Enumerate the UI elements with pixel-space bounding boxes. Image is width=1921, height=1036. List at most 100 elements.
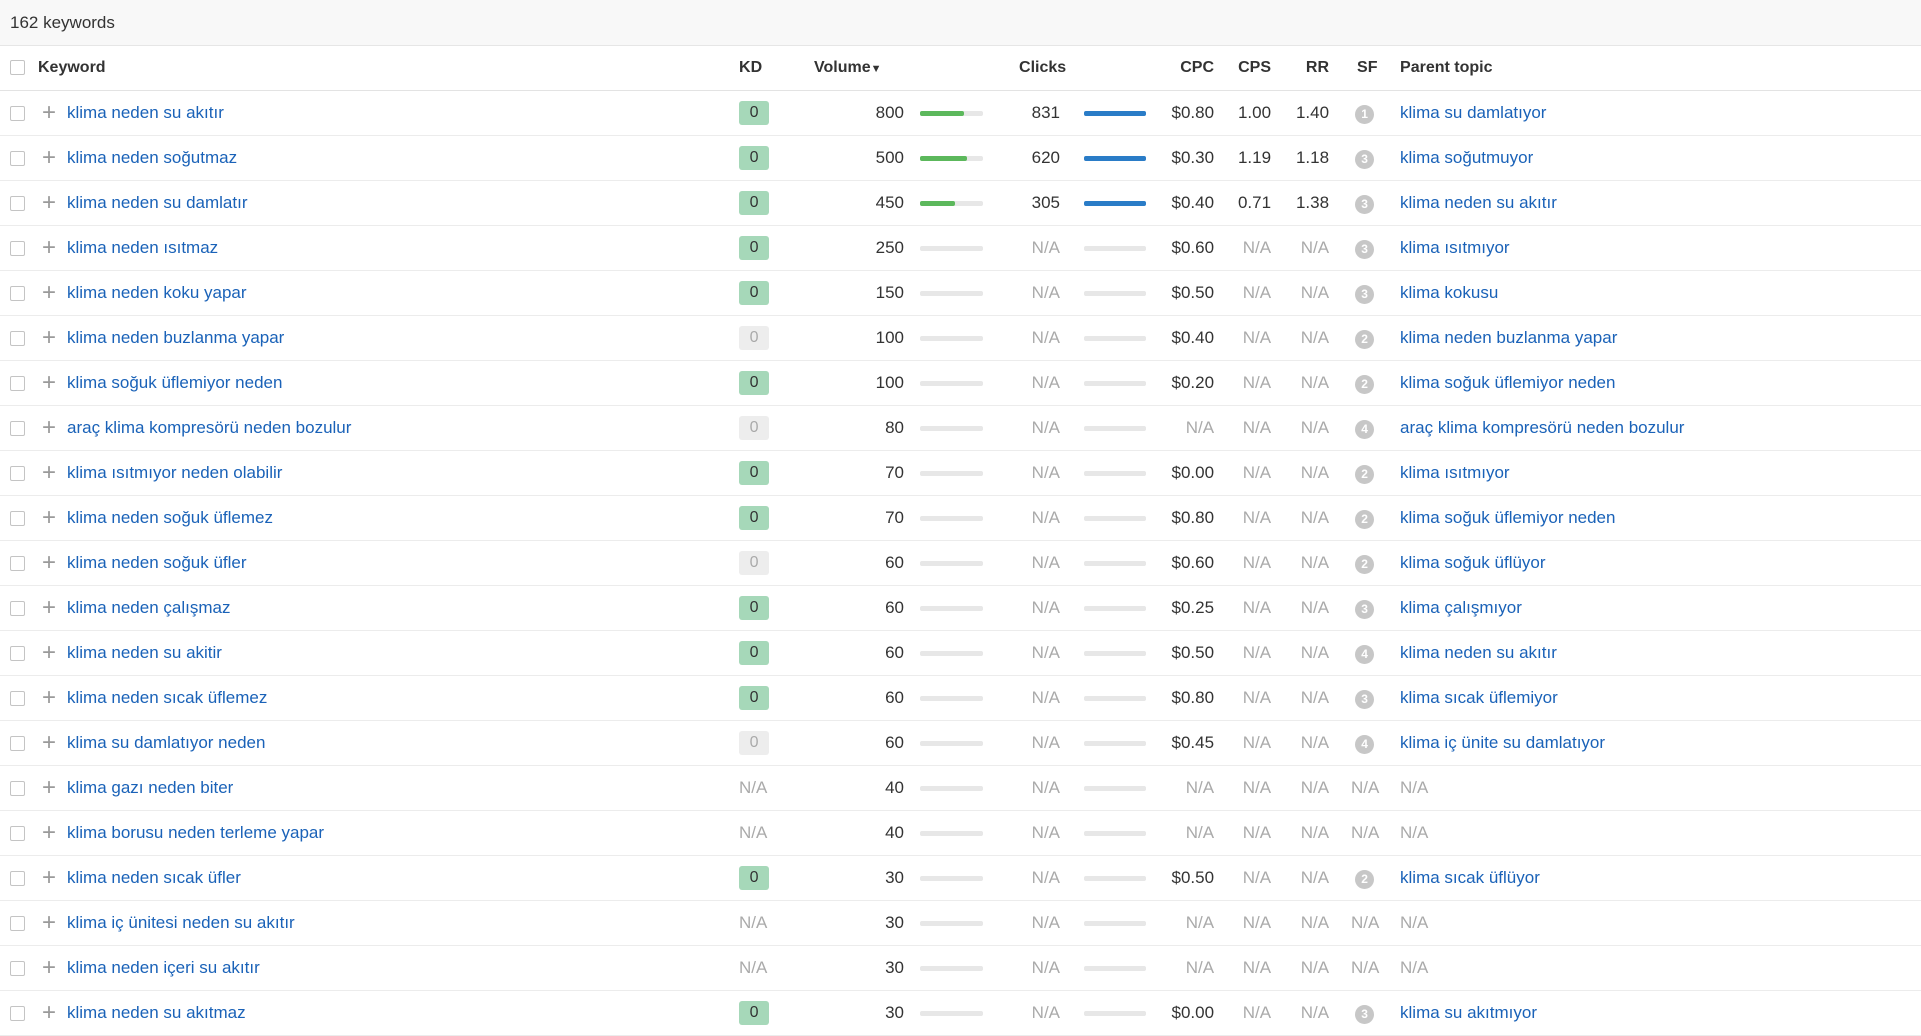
row-checkbox[interactable]	[10, 871, 25, 887]
row-checkbox[interactable]	[10, 1006, 25, 1022]
sf-badge[interactable]: 4	[1355, 734, 1375, 754]
parent-topic-link[interactable]: klima soğutmuyor	[1400, 148, 1533, 167]
row-checkbox[interactable]	[10, 286, 25, 302]
parent-topic-link[interactable]: klima neden su akıtır	[1400, 643, 1557, 662]
row-checkbox[interactable]	[10, 331, 25, 347]
keyword-link[interactable]: klima neden koku yapar	[67, 283, 247, 302]
keyword-link[interactable]: klima neden çalışmaz	[67, 598, 230, 617]
keyword-link[interactable]: klima neden su akıtmaz	[67, 1003, 246, 1022]
keyword-link[interactable]: klima gazı neden biter	[67, 778, 233, 797]
add-keyword-plus-icon[interactable]: +	[38, 729, 56, 756]
add-keyword-plus-icon[interactable]: +	[38, 549, 56, 576]
keyword-link[interactable]: klima neden soğuk üfler	[67, 553, 247, 572]
col-parent-topic[interactable]: Parent topic	[1390, 46, 1921, 91]
row-checkbox[interactable]	[10, 151, 25, 167]
row-checkbox[interactable]	[10, 736, 25, 752]
parent-topic-link[interactable]: klima ısıtmıyor	[1400, 463, 1510, 482]
add-keyword-plus-icon[interactable]: +	[38, 99, 56, 126]
parent-topic-link[interactable]: klima su damlatıyor	[1400, 103, 1546, 122]
add-keyword-plus-icon[interactable]: +	[38, 954, 56, 981]
row-checkbox[interactable]	[10, 781, 25, 797]
parent-topic-link[interactable]: klima çalışmıyor	[1400, 598, 1522, 617]
keyword-link[interactable]: klima neden sıcak üflemez	[67, 688, 267, 707]
select-all-checkbox[interactable]	[10, 60, 25, 76]
sf-badge[interactable]: 1	[1355, 104, 1375, 124]
parent-topic-link[interactable]: klima soğuk üflemiyor neden	[1400, 508, 1615, 527]
add-keyword-plus-icon[interactable]: +	[38, 639, 56, 666]
sf-badge[interactable]: 3	[1355, 1004, 1375, 1024]
row-checkbox[interactable]	[10, 601, 25, 617]
row-checkbox[interactable]	[10, 106, 25, 122]
add-keyword-plus-icon[interactable]: +	[38, 144, 56, 171]
add-keyword-plus-icon[interactable]: +	[38, 504, 56, 531]
parent-topic-link[interactable]: klima ısıtmıyor	[1400, 238, 1510, 257]
keyword-link[interactable]: klima neden ısıtmaz	[67, 238, 218, 257]
parent-topic-link[interactable]: klima neden su akıtır	[1400, 193, 1557, 212]
sf-badge[interactable]: 2	[1355, 374, 1375, 394]
parent-topic-link[interactable]: araç klima kompresörü neden bozulur	[1400, 418, 1684, 437]
row-checkbox[interactable]	[10, 916, 25, 932]
keyword-link[interactable]: klima neden buzlanma yapar	[67, 328, 284, 347]
add-keyword-plus-icon[interactable]: +	[38, 909, 56, 936]
keyword-link[interactable]: klima neden soğutmaz	[67, 148, 237, 167]
parent-topic-link[interactable]: klima iç ünite su damlatıyor	[1400, 733, 1605, 752]
row-checkbox[interactable]	[10, 691, 25, 707]
col-cps[interactable]: CPS	[1228, 46, 1286, 91]
sf-badge[interactable]: 3	[1355, 149, 1375, 169]
col-kd[interactable]: KD	[739, 46, 799, 91]
row-checkbox[interactable]	[10, 196, 25, 212]
sf-badge[interactable]: 2	[1355, 329, 1375, 349]
row-checkbox[interactable]	[10, 556, 25, 572]
sf-badge[interactable]: 4	[1355, 644, 1375, 664]
sf-badge[interactable]: 4	[1355, 419, 1375, 439]
col-clicks[interactable]: Clicks	[991, 46, 1165, 91]
keyword-link[interactable]: klima soğuk üflemiyor neden	[67, 373, 282, 392]
sf-badge[interactable]: 3	[1355, 689, 1375, 709]
sf-badge[interactable]: 2	[1355, 554, 1375, 574]
keyword-link[interactable]: araç klima kompresörü neden bozulur	[67, 418, 351, 437]
row-checkbox[interactable]	[10, 421, 25, 437]
parent-topic-link[interactable]: klima sıcak üflemiyor	[1400, 688, 1558, 707]
sf-badge[interactable]: 3	[1355, 284, 1375, 304]
col-rr[interactable]: RR	[1285, 46, 1342, 91]
col-volume[interactable]: Volume▼	[798, 46, 992, 91]
add-keyword-plus-icon[interactable]: +	[38, 459, 56, 486]
keyword-link[interactable]: klima borusu neden terleme yapar	[67, 823, 324, 842]
add-keyword-plus-icon[interactable]: +	[38, 819, 56, 846]
sf-badge[interactable]: 2	[1355, 509, 1375, 529]
add-keyword-plus-icon[interactable]: +	[38, 684, 56, 711]
parent-topic-link[interactable]: klima soğuk üflemiyor neden	[1400, 373, 1615, 392]
add-keyword-plus-icon[interactable]: +	[38, 369, 56, 396]
parent-topic-link[interactable]: klima sıcak üflüyor	[1400, 868, 1540, 887]
sf-badge[interactable]: 3	[1355, 599, 1375, 619]
keyword-link[interactable]: klima iç ünitesi neden su akıtır	[67, 913, 295, 932]
row-checkbox[interactable]	[10, 241, 25, 257]
keyword-link[interactable]: klima su damlatıyor neden	[67, 733, 265, 752]
col-cpc[interactable]: CPC	[1164, 46, 1229, 91]
add-keyword-plus-icon[interactable]: +	[38, 414, 56, 441]
col-sf[interactable]: SF	[1341, 46, 1391, 91]
keyword-link[interactable]: klima ısıtmıyor neden olabilir	[67, 463, 282, 482]
add-keyword-plus-icon[interactable]: +	[38, 324, 56, 351]
add-keyword-plus-icon[interactable]: +	[38, 999, 56, 1026]
parent-topic-link[interactable]: klima soğuk üflüyor	[1400, 553, 1546, 572]
add-keyword-plus-icon[interactable]: +	[38, 594, 56, 621]
add-keyword-plus-icon[interactable]: +	[38, 189, 56, 216]
keyword-link[interactable]: klima neden sıcak üfler	[67, 868, 241, 887]
sf-badge[interactable]: 2	[1355, 869, 1375, 889]
add-keyword-plus-icon[interactable]: +	[38, 279, 56, 306]
parent-topic-link[interactable]: klima kokusu	[1400, 283, 1498, 302]
row-checkbox[interactable]	[10, 511, 25, 527]
keyword-link[interactable]: klima neden içeri su akıtır	[67, 958, 260, 977]
sf-badge[interactable]: 3	[1355, 194, 1375, 214]
keyword-link[interactable]: klima neden su damlatır	[67, 193, 247, 212]
keyword-link[interactable]: klima neden soğuk üflemez	[67, 508, 273, 527]
row-checkbox[interactable]	[10, 961, 25, 977]
row-checkbox[interactable]	[10, 466, 25, 482]
keyword-link[interactable]: klima neden su akıtır	[67, 103, 224, 122]
sf-badge[interactable]: 3	[1355, 239, 1375, 259]
parent-topic-link[interactable]: klima neden buzlanma yapar	[1400, 328, 1617, 347]
add-keyword-plus-icon[interactable]: +	[38, 864, 56, 891]
col-keyword[interactable]: Keyword	[38, 46, 740, 91]
row-checkbox[interactable]	[10, 826, 25, 842]
